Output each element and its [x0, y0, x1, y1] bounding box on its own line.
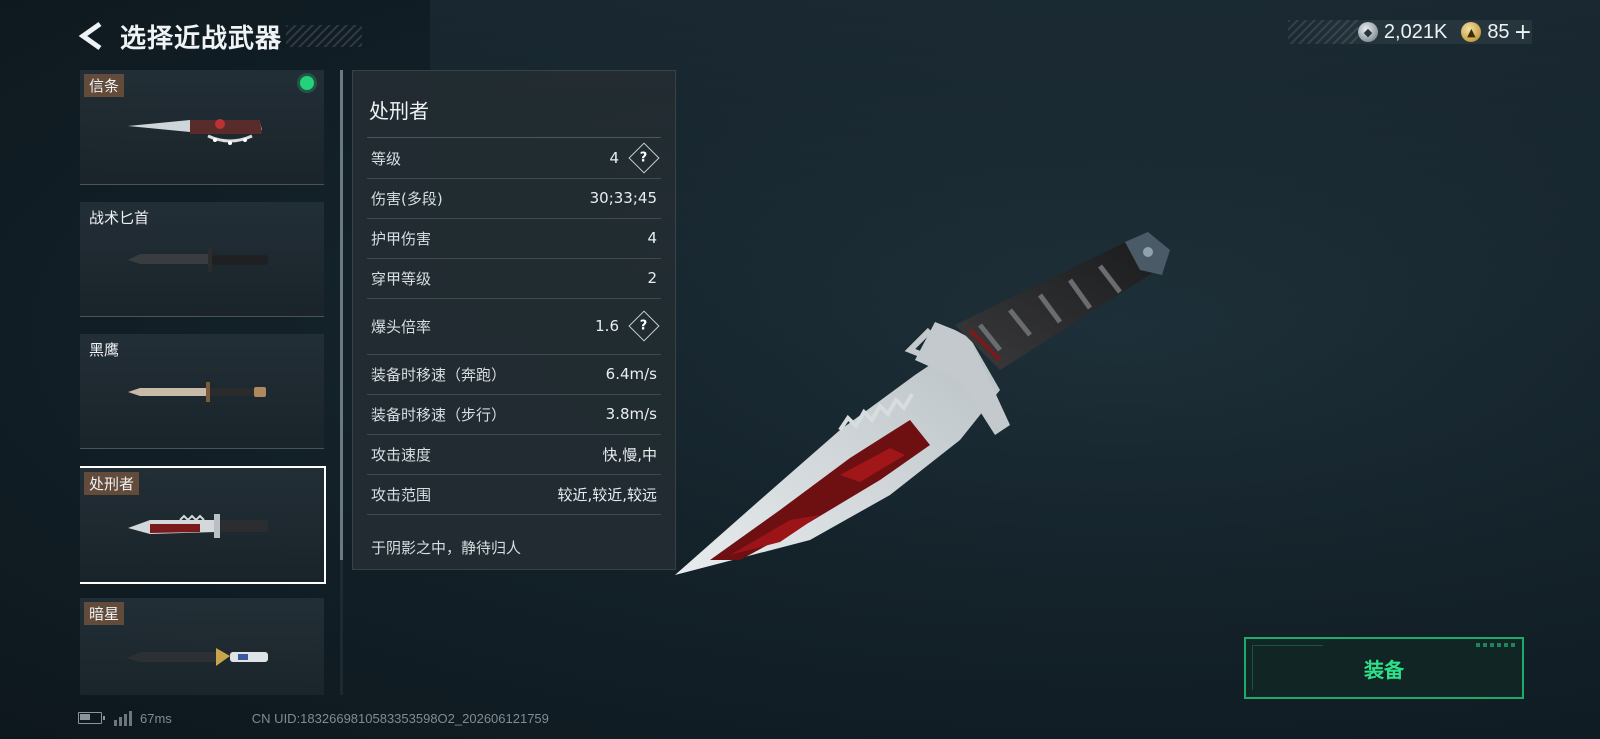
- silver-coin-icon: ◆: [1357, 22, 1378, 42]
- weapon-name: 信条: [84, 74, 125, 97]
- ping-value: 67ms: [140, 710, 172, 726]
- knife-thumbnail-icon: [128, 248, 268, 272]
- stat-label: 装备时移速（奔跑）: [371, 365, 507, 384]
- stat-label: 护甲伤害: [371, 229, 432, 248]
- help-glyph: ?: [640, 318, 648, 334]
- title-decoration: [286, 25, 363, 47]
- stat-row: 护甲伤害 4: [367, 218, 661, 259]
- stat-label: 等级: [371, 149, 402, 168]
- weapon-name: 战术匕首: [89, 209, 150, 227]
- silver-currency-value: 2,021K: [1383, 20, 1448, 43]
- stat-value: 1.6: [595, 317, 619, 335]
- equip-button-label: 装备: [1364, 657, 1404, 682]
- knife-thumbnail-icon: [126, 648, 268, 666]
- button-decoration: [1252, 645, 1323, 690]
- currency-decoration: [1287, 20, 1358, 44]
- stat-label: 伤害(多段): [371, 189, 443, 208]
- signal-icon: [114, 710, 132, 726]
- back-button[interactable]: [76, 19, 106, 53]
- stat-value: 4: [609, 149, 619, 167]
- knife-thumbnail-icon: [128, 382, 266, 402]
- stat-row: 等级 4?: [367, 138, 661, 179]
- stat-label: 装备时移速（步行）: [371, 405, 507, 424]
- status-bar: 67ms CN UID:1832669810583353598O2_202606…: [78, 708, 549, 728]
- stat-row: 攻击速度 快,慢,中: [367, 434, 661, 475]
- currency-bar: ◆ 2,021K ▲ 85 +: [1287, 20, 1532, 45]
- stat-value: 4: [647, 229, 657, 247]
- weapon-card-black-eagle[interactable]: 黑鹰: [80, 334, 324, 449]
- scrollbar-thumb[interactable]: [340, 70, 343, 560]
- button-decoration: [1476, 643, 1516, 647]
- stat-row: 爆头倍率 1.6?: [367, 298, 661, 355]
- stat-value: 快,慢,中: [602, 445, 657, 464]
- stat-label: 穿甲等级: [371, 269, 432, 288]
- stat-row: 攻击范围 较近,较近,较远: [367, 474, 661, 515]
- stat-value: 2: [647, 269, 657, 287]
- add-currency-button[interactable]: +: [1514, 20, 1532, 45]
- stat-row: 装备时移速（奔跑） 6.4m/s: [367, 354, 661, 395]
- stat-value: 较近,较近,较远: [557, 485, 657, 504]
- gold-coin-icon: ▲: [1461, 22, 1482, 42]
- equip-button[interactable]: 装备: [1244, 637, 1524, 699]
- stat-row: 穿甲等级 2: [367, 258, 661, 299]
- page-title: 选择近战武器: [120, 23, 283, 54]
- stat-label: 爆头倍率: [371, 317, 432, 336]
- weapon-card-xintiao[interactable]: 信条: [80, 70, 324, 185]
- weapon-list-scrollbar[interactable]: [340, 70, 343, 695]
- help-glyph: ?: [640, 150, 648, 166]
- weapon-description: 于阴影之中，静待归人: [371, 539, 522, 557]
- knife-thumbnail-icon: [128, 119, 262, 145]
- weapon-stats-title: 处刑者: [369, 99, 429, 123]
- help-icon[interactable]: ?: [628, 142, 660, 174]
- weapon-name: 处刑者: [84, 472, 140, 495]
- battery-icon: [78, 712, 105, 724]
- back-arrow-icon: [78, 21, 102, 51]
- executioner-knife-model[interactable]: [670, 230, 1190, 580]
- weapon-name: 黑鹰: [89, 341, 120, 359]
- stat-row: 伤害(多段) 30;33;45: [367, 178, 661, 219]
- weapon-name: 暗星: [84, 602, 125, 625]
- gold-currency-value: 85: [1487, 20, 1510, 43]
- stat-value: 6.4m/s: [605, 365, 657, 383]
- weapon-stats-panel: 处刑者 等级 4? 伤害(多段) 30;33;45 护甲伤害 4 穿甲等级 2 爆头倍率 1.6?…: [352, 70, 676, 570]
- user-uid: CN UID:1832669810583353598O2_20260612175…: [251, 710, 549, 726]
- stat-value: 3.8m/s: [605, 405, 657, 423]
- header: 选择近战武器: [76, 16, 363, 56]
- weapon-card-dark-star[interactable]: 暗星: [80, 598, 324, 695]
- knife-thumbnail-icon: [128, 514, 268, 538]
- weapon-card-executioner[interactable]: 处刑者: [80, 466, 326, 584]
- stat-value: 30;33;45: [589, 189, 657, 207]
- equipped-indicator-icon: [300, 76, 314, 90]
- stat-row: 装备时移速（步行） 3.8m/s: [367, 394, 661, 435]
- weapon-card-tactical-dagger[interactable]: 战术匕首: [80, 202, 324, 317]
- stat-label: 攻击范围: [371, 485, 432, 504]
- help-icon[interactable]: ?: [628, 310, 660, 342]
- weapon-list[interactable]: 信条 战术匕首 黑鹰 处刑者 暗星: [80, 70, 328, 695]
- stat-label: 攻击速度: [371, 445, 432, 464]
